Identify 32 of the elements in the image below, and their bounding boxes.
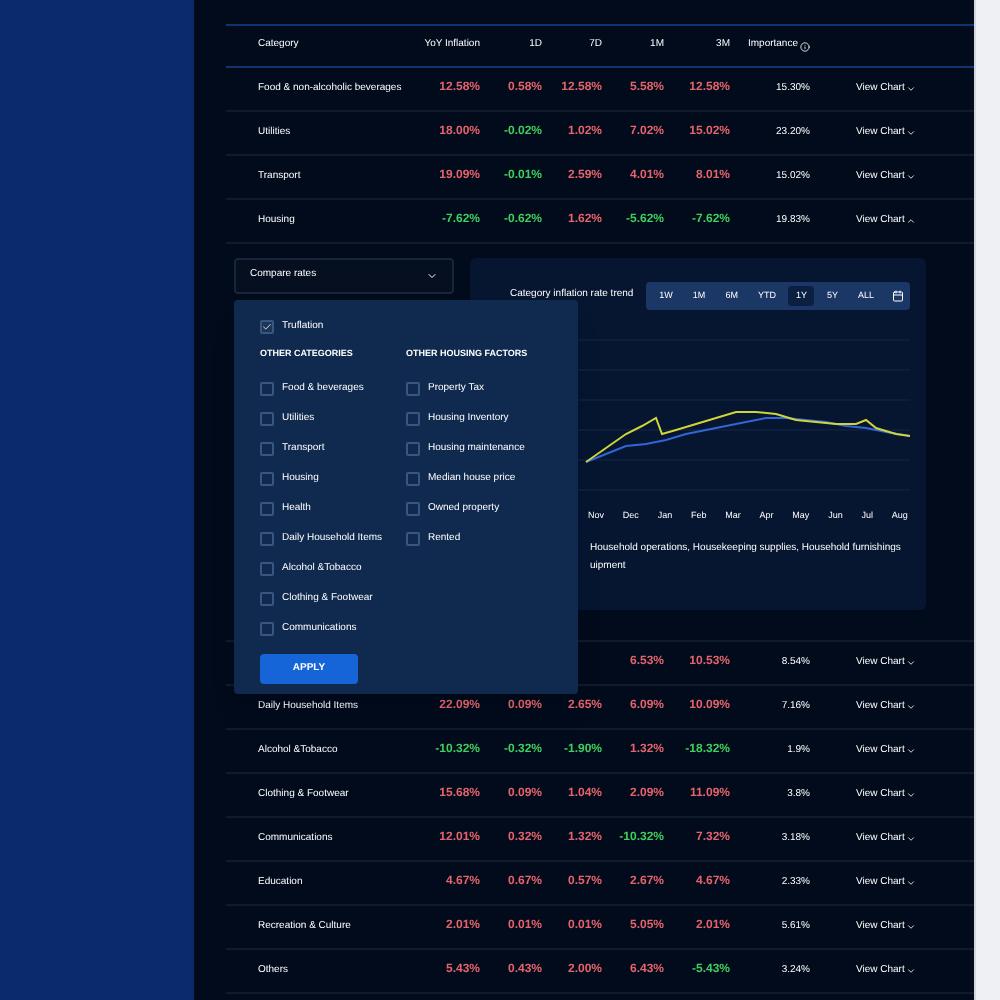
checkbox[interactable] <box>260 562 274 576</box>
chevron-down-icon <box>906 878 917 888</box>
checkbox[interactable] <box>406 382 420 396</box>
chevron-down-icon <box>906 966 917 976</box>
chevron-down-icon <box>906 834 917 844</box>
checkbox[interactable] <box>260 532 274 546</box>
checkbox[interactable] <box>260 592 274 606</box>
chevron-up-icon <box>906 216 917 226</box>
checkbox[interactable] <box>260 442 274 456</box>
checkbox[interactable] <box>260 320 274 334</box>
checkbox[interactable] <box>406 502 420 516</box>
checkbox[interactable] <box>260 472 274 486</box>
checkbox[interactable] <box>260 412 274 426</box>
check-icon <box>262 322 272 332</box>
calendar-icon[interactable] <box>892 290 904 302</box>
checkbox[interactable] <box>260 382 274 396</box>
checkbox[interactable] <box>406 472 420 486</box>
chevron-down-icon <box>906 922 917 932</box>
checkbox[interactable] <box>406 442 420 456</box>
chevron-down-icon <box>906 128 917 138</box>
chevron-down-icon <box>906 658 917 668</box>
chevron-down-icon <box>906 172 917 182</box>
chevron-down-icon <box>906 746 917 756</box>
chevron-down-icon <box>426 270 438 282</box>
chevron-down-icon <box>906 790 917 800</box>
chevron-down-icon <box>906 702 917 712</box>
checkbox[interactable] <box>406 532 420 546</box>
checkbox[interactable] <box>260 622 274 636</box>
checkbox[interactable] <box>260 502 274 516</box>
checkbox[interactable] <box>406 412 420 426</box>
info-icon <box>800 41 810 51</box>
chevron-down-icon <box>906 84 917 94</box>
